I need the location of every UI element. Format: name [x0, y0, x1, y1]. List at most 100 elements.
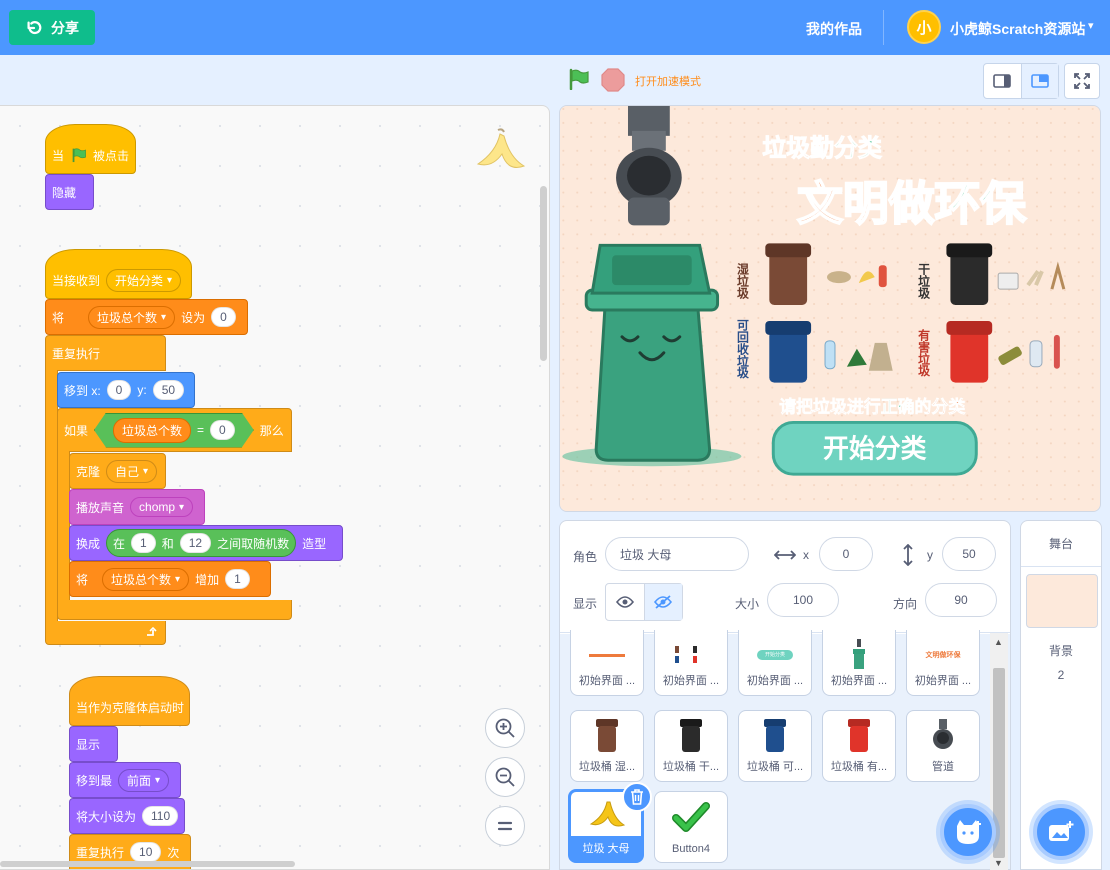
script-area[interactable]: 当 被点击 隐藏 当接收到 开始分类 将 垃圾总个数 设为 0 重复执行 移到 … [0, 105, 550, 870]
random-to-input[interactable]: 12 [179, 533, 212, 553]
delete-sprite-button[interactable] [622, 782, 652, 812]
block-text: 播放声音 [76, 500, 125, 515]
show-block[interactable]: 显示 [69, 726, 118, 762]
large-stage-button[interactable] [1020, 64, 1058, 98]
block-text: 将大小设为 [76, 809, 137, 824]
small-stage-button[interactable] [984, 64, 1021, 98]
green-flag-icon [72, 148, 86, 163]
avatar[interactable]: 小 [907, 10, 941, 44]
size-input[interactable]: 110 [142, 806, 178, 826]
script-horizontal-scrollbar[interactable] [0, 861, 295, 867]
wet-label: 湿垃圾 [735, 262, 749, 300]
switch-costume-block[interactable]: 换成 在 1 和 12 之间取随机数 造型 [69, 525, 343, 561]
variable-dropdown[interactable]: 垃圾总个数 [102, 567, 190, 591]
eye-icon [615, 596, 634, 608]
go-to-front-block[interactable]: 移到最 前面 [69, 762, 181, 798]
sprite-tile[interactable]: 垃圾桶 湿... [570, 710, 644, 782]
sprite-tile[interactable]: Button4 [654, 791, 728, 863]
play-sound-block[interactable]: 播放声音 chomp [69, 489, 205, 525]
variable-dropdown[interactable]: 垃圾总个数 [88, 305, 176, 329]
sprite-name-input[interactable]: 垃圾 大母 [605, 537, 749, 571]
message-dropdown[interactable]: 开始分类 [106, 268, 182, 292]
turbo-mode-toggle[interactable]: 打开加速模式 [635, 73, 701, 89]
user-name[interactable]: 小虎鲸Scratch资源站 [950, 19, 1085, 39]
sprite-tile[interactable]: 初始界面 ... [654, 630, 728, 696]
direction-input[interactable]: 90 [925, 583, 997, 617]
stage-pane-title: 舞台 [1021, 521, 1101, 567]
compare-value-input[interactable]: 0 [210, 420, 235, 440]
layer-dropdown[interactable]: 前面 [118, 768, 170, 792]
sprite-tile[interactable]: 垃圾桶 有... [822, 710, 896, 782]
stage-start-button[interactable]: 开始分类 [771, 420, 978, 476]
choose-sprite-button[interactable] [940, 804, 996, 860]
equals-operator[interactable]: 垃圾总个数 = 0 [94, 413, 254, 448]
block-text: 克隆 [76, 464, 101, 479]
stage-thumbnail[interactable] [1026, 574, 1098, 628]
sound-dropdown[interactable]: chomp [130, 497, 194, 517]
stage-canvas[interactable]: 垃圾勤分类 文明做环保 湿垃圾 干垃圾 可回收垃圾 有害垃圾 请把垃圾进行正确的… [559, 105, 1101, 512]
scroll-down-icon[interactable]: ▼ [994, 858, 1003, 868]
sprite-tile-name: 初始界面 ... [914, 675, 972, 687]
when-flag-clicked-block[interactable]: 当 被点击 [45, 124, 136, 174]
stage-title1-a: 垃圾勤 [762, 134, 834, 162]
create-clone-block[interactable]: 克隆 自己 [69, 453, 166, 489]
size-input[interactable]: 100 [767, 583, 839, 617]
goto-xy-block[interactable]: 移到 x: 0 y: 50 [57, 372, 195, 408]
script-vertical-scrollbar[interactable] [540, 186, 547, 361]
sprite-label: 角色 [573, 550, 598, 564]
show-sprite-button[interactable] [606, 584, 644, 620]
random-operator[interactable]: 在 1 和 12 之间取随机数 [106, 529, 297, 557]
hide-sprite-button[interactable] [643, 584, 682, 620]
sprite-tile[interactable]: 初始界面 ... [822, 630, 896, 696]
sprite-tile-name: 垃圾桶 有... [830, 761, 888, 773]
sprite-tile[interactable]: 垃圾桶 可... [738, 710, 812, 782]
large-stage-icon [1030, 74, 1049, 88]
stop-icon[interactable] [601, 68, 625, 92]
block-text: 重复执行 [52, 346, 101, 361]
sprite-tile[interactable]: 初始界面 ... [570, 630, 644, 696]
choose-backdrop-button[interactable] [1033, 804, 1089, 860]
set-size-block[interactable]: 将大小设为 110 [69, 798, 185, 834]
sprite-thumbnail [823, 715, 895, 757]
hide-block[interactable]: 隐藏 [45, 174, 94, 210]
y-input[interactable]: 50 [152, 380, 185, 400]
repeat-count-input[interactable]: 10 [130, 842, 162, 862]
x-input[interactable]: 0 [106, 380, 132, 400]
sprite-tile[interactable]: 开始分类 初始界面 ... [738, 630, 812, 696]
sprite-thumbnail [739, 715, 811, 757]
x-input[interactable]: 0 [819, 537, 873, 571]
zoom-in-button[interactable] [485, 708, 525, 748]
when-receive-block[interactable]: 当接收到 开始分类 [45, 249, 192, 299]
stage-title1-b: 分类 [834, 134, 882, 162]
sprite-tile-name: 初始界面 ... [578, 675, 636, 687]
sprite-tile[interactable]: 管道 [906, 710, 980, 782]
var-reporter[interactable]: 垃圾总个数 [113, 418, 191, 443]
zoom-reset-button[interactable] [485, 806, 525, 846]
share-button[interactable]: 分享 [9, 10, 95, 45]
stage-size-toggle [983, 63, 1059, 99]
random-from-input[interactable]: 1 [131, 533, 156, 553]
block-text: 造型 [302, 536, 327, 551]
zoom-out-button[interactable] [485, 757, 525, 797]
y-input[interactable]: 50 [942, 537, 996, 571]
backdrop-label: 背景 [1048, 644, 1073, 658]
set-value-input[interactable]: 0 [211, 307, 236, 327]
scroll-up-icon[interactable]: ▲ [994, 637, 1003, 647]
chevron-down-icon[interactable]: ▾ [1088, 19, 1094, 32]
set-variable-block[interactable]: 将 垃圾总个数 设为 0 [45, 299, 248, 335]
clone-target-dropdown[interactable]: 自己 [106, 459, 158, 483]
sprite-tile[interactable]: 文明做环保 初始界面 ... [906, 630, 980, 696]
when-clone-starts-block[interactable]: 当作为克隆体启动时 [69, 676, 190, 726]
sprite-tile[interactable]: 垃圾桶 干... [654, 710, 728, 782]
fullscreen-button[interactable] [1064, 63, 1100, 99]
green-flag-icon[interactable] [566, 68, 590, 90]
stage-scene: 垃圾勤分类 文明做环保 湿垃圾 干垃圾 可回收垃圾 有害垃圾 请把垃圾进行正确的… [560, 106, 1100, 511]
if-then-block[interactable]: 如果 垃圾总个数 = 0 那么 [57, 408, 292, 452]
direction-label: 方向 [893, 597, 918, 611]
forever-block[interactable]: 重复执行 [45, 335, 166, 371]
sprite-thumbnail: 开始分类 [739, 634, 811, 676]
change-value-input[interactable]: 1 [225, 569, 250, 589]
my-works-link[interactable]: 我的作品 [806, 19, 862, 39]
change-variable-block[interactable]: 将 垃圾总个数 增加 1 [69, 561, 271, 597]
sprite-tile-name: 垃圾 大母 [571, 836, 641, 860]
